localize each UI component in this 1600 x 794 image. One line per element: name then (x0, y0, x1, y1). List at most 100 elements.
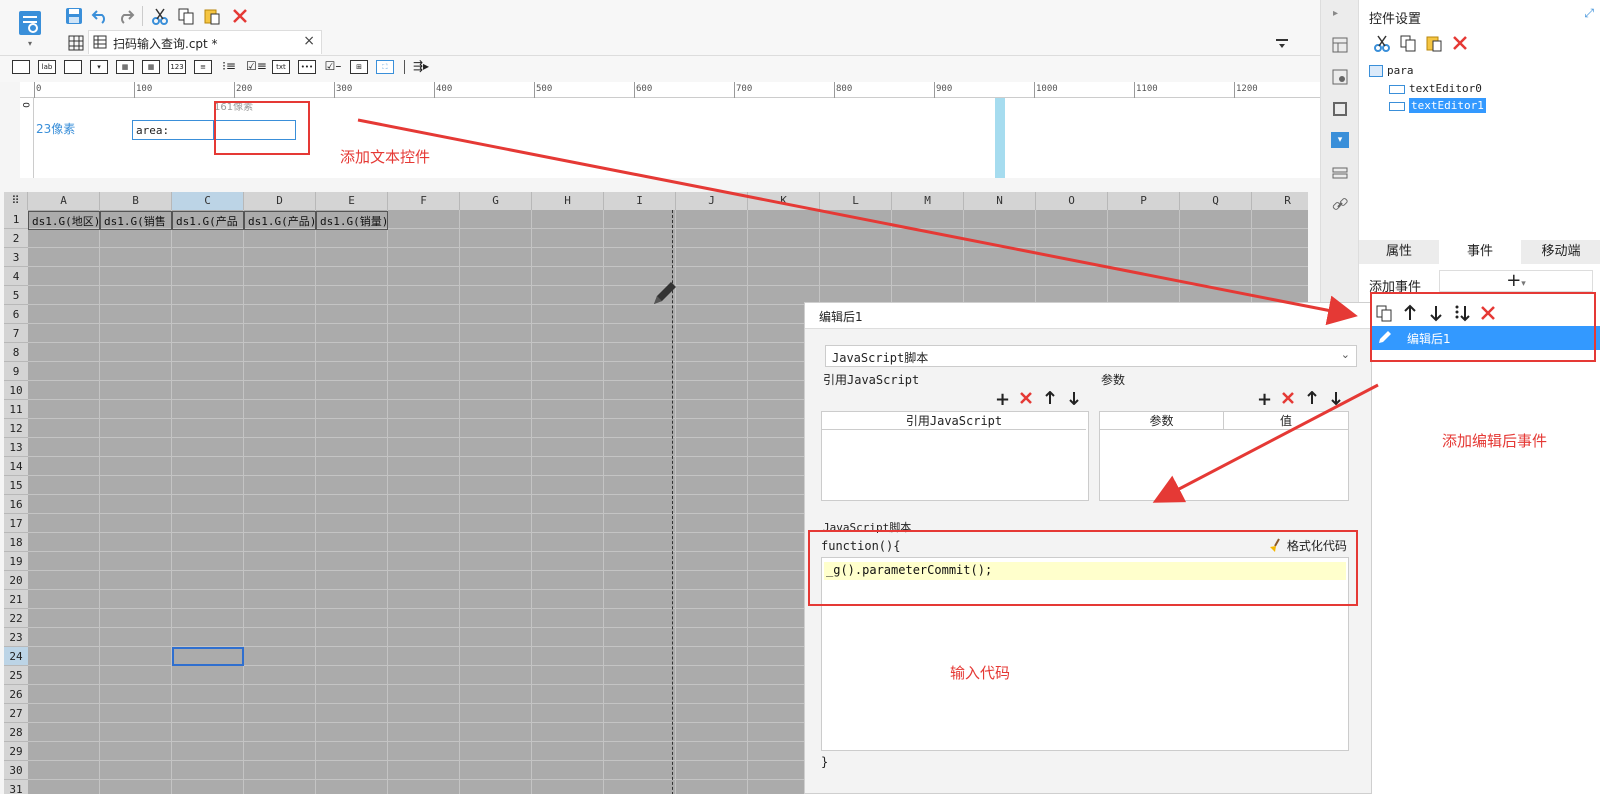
column-header[interactable]: D (244, 192, 316, 210)
radio-group-icon[interactable]: ⁝≡ (220, 60, 238, 74)
row-header[interactable]: 15 (4, 476, 28, 495)
widget-settings-icon[interactable] (1331, 36, 1349, 54)
column-header[interactable]: N (964, 192, 1036, 210)
column-header[interactable]: J (676, 192, 748, 210)
row-header[interactable]: 7 (4, 324, 28, 343)
form-icon[interactable] (1331, 68, 1349, 86)
tab-close-icon[interactable]: × (303, 33, 315, 49)
area-label-widget[interactable]: area: (132, 120, 214, 140)
save-icon[interactable] (62, 4, 86, 28)
column-header[interactable]: O (1036, 192, 1108, 210)
tab-properties[interactable]: 属性 (1359, 240, 1439, 264)
column-header[interactable]: R (1252, 192, 1308, 210)
column-header[interactable]: Q (1180, 192, 1252, 210)
param-down-icon[interactable] (1329, 391, 1343, 405)
tab-events[interactable]: 事件 (1439, 240, 1521, 264)
column-header[interactable]: K (748, 192, 820, 210)
app-menu-icon[interactable] (16, 8, 44, 38)
tree-item-texteditor0[interactable]: textEditor0 (1389, 82, 1482, 95)
tree-widget-icon[interactable]: ⊞ (350, 60, 368, 74)
row-header[interactable]: 11 (4, 400, 28, 419)
date-widget-icon[interactable]: ▦ (116, 60, 134, 74)
dropdown-widget-icon[interactable]: ▾ (1331, 132, 1349, 148)
column-header[interactable]: B (100, 192, 172, 210)
panel-copy-icon[interactable] (1399, 34, 1417, 52)
row-header[interactable]: 13 (4, 438, 28, 457)
ref-add-icon[interactable]: + (995, 389, 1010, 410)
column-header[interactable]: G (460, 192, 532, 210)
cut-icon[interactable] (148, 4, 172, 28)
column-header[interactable]: I (604, 192, 676, 210)
ref-js-table[interactable]: 引用JavaScript (821, 411, 1089, 501)
param-up-icon[interactable] (1305, 391, 1319, 405)
tab-report[interactable]: 扫码输入查询.cpt * × (88, 30, 322, 54)
add-event-button[interactable]: +▾ (1439, 270, 1593, 292)
row-header[interactable]: 22 (4, 609, 28, 628)
ref-up-icon[interactable] (1043, 391, 1057, 405)
params-table[interactable]: 参数 值 (1099, 411, 1349, 501)
row-header[interactable]: 1 (4, 210, 28, 229)
row-header[interactable]: 25 (4, 666, 28, 685)
row-header[interactable]: 2 (4, 229, 28, 248)
panel-cut-icon[interactable] (1373, 34, 1391, 52)
column-header[interactable]: L (820, 192, 892, 210)
tree-root[interactable]: para (1369, 64, 1414, 77)
param-add-icon[interactable]: + (1257, 389, 1272, 410)
row-header[interactable]: 3 (4, 248, 28, 267)
paste-icon[interactable] (200, 4, 224, 28)
column-header[interactable]: M (892, 192, 964, 210)
checkbox-group-icon[interactable]: ☑≡ (246, 60, 267, 74)
row-header[interactable]: 29 (4, 742, 28, 761)
param-delete-icon[interactable] (1281, 391, 1295, 405)
tab-mobile[interactable]: 移动端 (1521, 240, 1600, 264)
textarea-widget-icon[interactable]: ≡ (194, 60, 212, 74)
ref-down-icon[interactable] (1067, 391, 1081, 405)
row-header[interactable]: 21 (4, 590, 28, 609)
tree-item-texteditor1[interactable]: textEditor1 (1389, 98, 1486, 113)
column-header[interactable]: H (532, 192, 604, 210)
row-header[interactable]: 28 (4, 723, 28, 742)
row-header[interactable]: 17 (4, 514, 28, 533)
grid-cell[interactable]: ds1.G(销量) (316, 211, 388, 230)
panel-pin-icon[interactable]: ⤢ (1584, 6, 1594, 21)
copy-icon[interactable] (174, 4, 198, 28)
row-header[interactable]: 24 (4, 647, 28, 666)
column-header[interactable]: A (28, 192, 100, 210)
ref-delete-icon[interactable] (1019, 391, 1033, 405)
frame-widget-icon[interactable]: ⛶ (376, 60, 394, 74)
number-widget-icon[interactable]: 123 (168, 60, 186, 74)
row-header[interactable]: 12 (4, 419, 28, 438)
text-widget-icon[interactable] (64, 60, 82, 74)
row-header[interactable]: 30 (4, 761, 28, 780)
app-menu-dropdown-icon[interactable]: ▾ (24, 38, 36, 48)
lab-widget-icon[interactable]: lab (38, 60, 56, 74)
column-header[interactable]: F (388, 192, 460, 210)
row-header[interactable]: 14 (4, 457, 28, 476)
selected-cell[interactable] (172, 647, 244, 666)
row-header[interactable]: 6 (4, 305, 28, 324)
more-widgets-icon[interactable]: ⇶▸ (412, 60, 430, 74)
grid-cell[interactable]: ds1.G(产品 (172, 211, 244, 230)
panel-delete-icon[interactable] (1451, 34, 1469, 52)
row-header[interactable]: 10 (4, 381, 28, 400)
script-type-select[interactable]: JavaScript脚本 ⌄ (825, 345, 1357, 367)
calendar-widget-icon[interactable]: ▦ (142, 60, 160, 74)
row-header[interactable]: 4 (4, 267, 28, 286)
row-header[interactable]: 16 (4, 495, 28, 514)
row-header[interactable]: 9 (4, 362, 28, 381)
layer-icon[interactable] (1331, 164, 1349, 182)
column-header[interactable]: C (172, 192, 244, 210)
row-header[interactable]: 18 (4, 533, 28, 552)
panel-paste-icon[interactable] (1425, 34, 1443, 52)
row-header[interactable]: 19 (4, 552, 28, 571)
layout-menu-icon[interactable] (1270, 32, 1294, 56)
password-widget-icon[interactable]: ••• (298, 60, 316, 74)
delete-icon[interactable] (228, 4, 252, 28)
crop-icon[interactable] (1331, 100, 1349, 118)
select-all-corner[interactable]: ⠿ (4, 192, 28, 210)
row-header[interactable]: 26 (4, 685, 28, 704)
row-header[interactable]: 31 (4, 780, 28, 794)
row-header[interactable]: 20 (4, 571, 28, 590)
label-widget-icon[interactable] (12, 60, 30, 74)
column-header[interactable]: E (316, 192, 388, 210)
